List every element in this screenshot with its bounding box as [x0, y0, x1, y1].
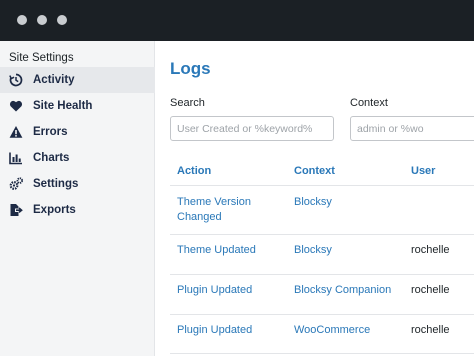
search-input[interactable]: User Created or %keyword% — [170, 116, 334, 141]
context-link[interactable]: Blocksy — [294, 243, 332, 258]
table-divider — [170, 234, 474, 235]
table-divider — [170, 353, 474, 354]
heart-icon — [9, 99, 23, 113]
sidebar-item-errors[interactable]: Errors — [0, 119, 155, 145]
export-icon — [9, 203, 23, 217]
context-link[interactable]: WooCommerce — [294, 323, 370, 338]
page-title: Logs — [170, 59, 211, 78]
action-link[interactable]: Theme Version Changed — [177, 195, 282, 225]
window-titlebar — [0, 0, 474, 41]
gears-icon — [9, 177, 23, 191]
search-label: Search — [170, 97, 205, 109]
column-header-context[interactable]: Context — [294, 165, 335, 177]
user-cell: rochelle — [411, 284, 450, 296]
sidebar-title: Site Settings — [9, 52, 74, 64]
column-header-action[interactable]: Action — [177, 165, 211, 177]
sidebar-item-site-health[interactable]: Site Health — [0, 93, 155, 119]
bar-chart-icon — [9, 151, 23, 165]
sidebar: Site Settings Activity Site Health Error… — [0, 41, 155, 356]
user-cell: rochelle — [411, 244, 450, 256]
window-maximize-button[interactable] — [57, 15, 67, 25]
table-divider — [170, 314, 474, 315]
history-icon — [9, 73, 23, 87]
context-link[interactable]: Blocksy Companion — [294, 283, 391, 298]
table-divider — [170, 274, 474, 275]
context-input[interactable]: admin or %wo — [350, 116, 474, 141]
sidebar-item-activity[interactable]: Activity — [0, 67, 155, 93]
sidebar-item-charts[interactable]: Charts — [0, 145, 155, 171]
table-divider — [170, 185, 474, 186]
user-cell: rochelle — [411, 324, 450, 336]
warning-icon — [9, 125, 23, 139]
sidebar-item-label: Settings — [33, 178, 79, 190]
action-link[interactable]: Plugin Updated — [177, 283, 252, 298]
sidebar-item-exports[interactable]: Exports — [0, 197, 155, 223]
context-label: Context — [350, 97, 388, 109]
action-link[interactable]: Plugin Updated — [177, 323, 252, 338]
sidebar-item-label: Errors — [33, 126, 68, 138]
column-header-user[interactable]: User — [411, 165, 435, 177]
sidebar-item-label: Site Health — [33, 100, 93, 112]
window-minimize-button[interactable] — [37, 15, 47, 25]
context-link[interactable]: Blocksy — [294, 195, 332, 210]
sidebar-item-label: Charts — [33, 152, 70, 164]
main-content: Logs Search User Created or %keyword% Co… — [156, 41, 474, 356]
window-close-button[interactable] — [17, 15, 27, 25]
sidebar-item-settings[interactable]: Settings — [0, 171, 155, 197]
sidebar-item-label: Exports — [33, 204, 76, 216]
action-link[interactable]: Theme Updated — [177, 243, 256, 258]
sidebar-item-label: Activity — [33, 74, 75, 86]
